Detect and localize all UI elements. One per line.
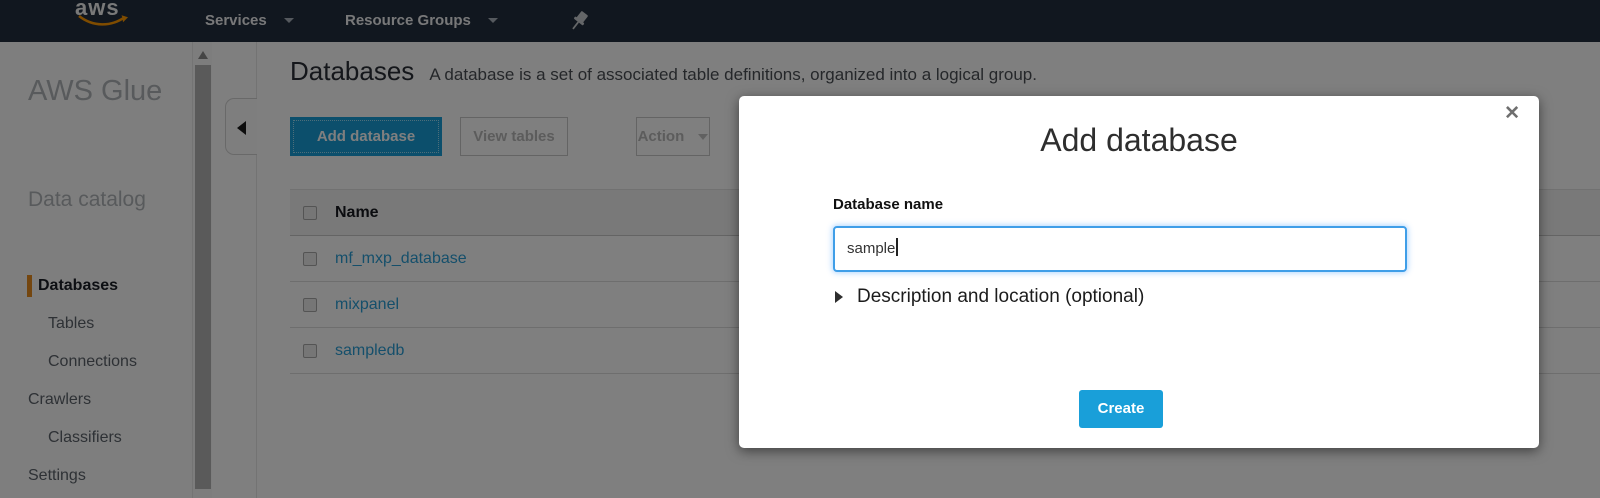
database-name-input[interactable]: sample bbox=[833, 226, 1407, 272]
add-database-modal: ✕ Add database Database name sample Desc… bbox=[739, 96, 1539, 448]
modal-title: Add database bbox=[739, 122, 1539, 159]
description-location-disclosure[interactable]: Description and location (optional) bbox=[835, 286, 1144, 308]
disclosure-label: Description and location (optional) bbox=[857, 286, 1144, 308]
create-button[interactable]: Create bbox=[1079, 390, 1163, 428]
close-icon[interactable]: ✕ bbox=[1504, 104, 1520, 123]
database-name-label: Database name bbox=[833, 196, 943, 213]
aws-glue-console: aws Services Resource Groups AWS Glue Da… bbox=[0, 0, 1600, 498]
database-name-value: sample bbox=[847, 240, 895, 257]
text-cursor bbox=[896, 238, 898, 256]
chevron-right-icon bbox=[835, 291, 843, 303]
